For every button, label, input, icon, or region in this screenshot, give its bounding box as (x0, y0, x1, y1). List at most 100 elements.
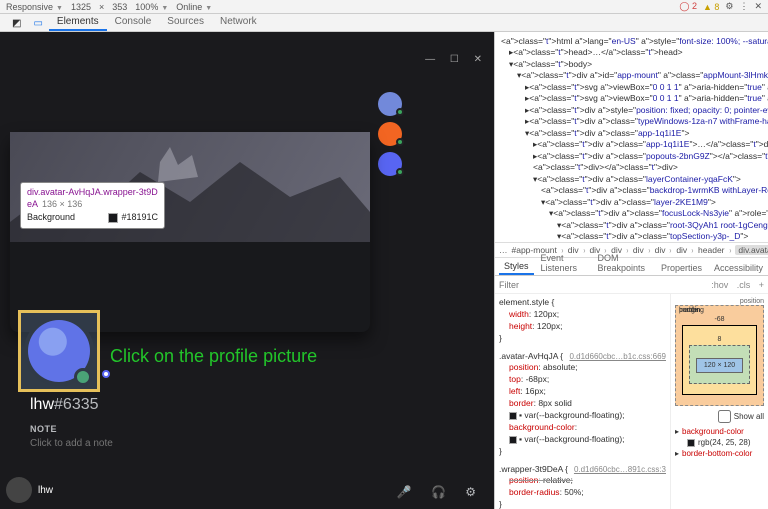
dom-node[interactable]: ▾<a">class="t">div a">class="app-1q1i1E"… (501, 128, 764, 139)
current-user-panel[interactable]: lhw (6, 477, 53, 503)
box-border: border 8 padding 120 × 120 (682, 325, 757, 395)
dom-node[interactable]: ▸<a">class="t">div a">class="typeWindows… (501, 116, 764, 127)
dom-tree[interactable]: <a">class="t">html a">lang="en-US" a">st… (495, 32, 768, 242)
styles-rules[interactable]: element.style {width: 120px;height: 120p… (495, 294, 670, 509)
dom-node[interactable]: <a">class="t">html a">lang="en-US" a">st… (501, 36, 764, 47)
show-all-checkbox[interactable] (718, 410, 731, 423)
dom-node[interactable]: ▸<a">class="t">svg a">viewBox="0 0 1 1" … (501, 82, 764, 93)
subtab-accessibility[interactable]: Accessibility (709, 261, 768, 275)
dom-node[interactable]: ▾<a">class="t">body> (501, 59, 764, 70)
window-controls[interactable]: — ☐ ✕ (425, 54, 488, 65)
member-list (378, 92, 488, 182)
cls-toggle[interactable]: .cls (737, 280, 751, 290)
css-property[interactable]: left: 16px; (499, 386, 666, 398)
pos-label: position (675, 298, 764, 305)
tab-network[interactable]: Network (212, 14, 265, 31)
tooltip-bg-value: #18191C (121, 212, 158, 222)
responsive-toolbar: Responsive▼ 1325 × 353 100%▼ Online▼ ◯ 2… (0, 0, 768, 14)
dom-node[interactable]: ▾<a">class="t">div a">class="layer-2KE1M… (501, 197, 764, 208)
tab-elements[interactable]: Elements (49, 14, 107, 31)
subtab-dom-breakpoints[interactable]: DOM Breakpoints (592, 251, 653, 275)
instruction-overlay: Click on the profile picture (110, 346, 317, 367)
css-rule[interactable]: element.style {width: 120px;height: 120p… (499, 297, 666, 345)
inspect-icon[interactable]: ◩ (6, 16, 27, 31)
badge-icon (102, 370, 110, 378)
css-property[interactable]: height: 120px; (499, 321, 666, 333)
dom-node[interactable]: <a">class="t">div a">class="backdrop-1wr… (501, 185, 764, 196)
css-property[interactable]: position: relative; (499, 475, 666, 487)
tooltip-dimensions: 136 × 136 (42, 199, 82, 211)
gear-icon[interactable]: ⚙ (725, 1, 733, 12)
css-property[interactable]: ▪ var(--background-floating); (499, 410, 666, 422)
note-input[interactable] (30, 438, 350, 449)
devtools-panel: <a">class="t">html a">lang="en-US" a">st… (494, 32, 768, 509)
css-property[interactable]: border: 8px solid (499, 398, 666, 410)
subtab-styles[interactable]: Styles (499, 259, 534, 275)
devtools-tabbar: ◩ ▭ Elements Console Sources Network (0, 14, 768, 32)
color-swatch (108, 213, 118, 223)
css-rule[interactable]: 0.d1d660cbc…b1c.css:669.avatar-AvHqJA {p… (499, 351, 666, 458)
css-rule[interactable]: 0.d1d660cbc…891c.css:3.wrapper-3t9DeA {p… (499, 464, 666, 509)
box-content: 120 × 120 (696, 358, 743, 373)
viewport-width[interactable]: 1325 (71, 2, 91, 12)
css-property[interactable]: position: absolute; (499, 362, 666, 374)
zoom-select[interactable]: 100%▼ (135, 2, 168, 12)
dom-node[interactable]: <a">class="t">div></a">class="t">div> (501, 162, 764, 173)
member-item[interactable] (378, 152, 488, 176)
dom-node[interactable]: ▾<a">class="t">div a">class="root-3QyAh1… (501, 220, 764, 231)
dom-node[interactable]: ▸<a">class="t">div a">style="position: f… (501, 105, 764, 116)
crumb-item[interactable]: div.avatar-AvHqJA.wrapper-3t9DeA (735, 245, 768, 255)
warning-count[interactable]: ▲ 8 (703, 2, 719, 12)
current-user-name: lhw (38, 485, 53, 496)
box-model-panel: position margin -68 border 8 padding 120… (670, 294, 768, 509)
new-rule-icon[interactable]: + (759, 280, 764, 290)
dom-node[interactable]: ▸<a">class="t">div a">class="app-1q1i1E"… (501, 139, 764, 150)
hov-toggle[interactable]: :hov (711, 280, 728, 290)
box-margin: margin -68 border 8 padding 120 × 120 (675, 305, 764, 406)
inspect-tooltip: div.avatar-AvHqJA.wrapper-3t9DeA136 × 13… (20, 182, 165, 229)
status-indicator (74, 368, 92, 386)
subtab-properties[interactable]: Properties (656, 261, 707, 275)
css-property[interactable]: ▪ var(--background-floating); (499, 434, 666, 446)
user-controls[interactable]: 🎤 🎧 ⚙ (397, 485, 484, 499)
styles-filter-input[interactable] (499, 280, 559, 290)
crumb-item[interactable]: div (676, 245, 687, 255)
viewport-height[interactable]: 353 (112, 2, 127, 12)
dom-node[interactable]: ▸<a">class="t">svg a">viewBox="0 0 1 1" … (501, 93, 764, 104)
rule-source[interactable]: 0.d1d660cbc…891c.css:3 (574, 464, 666, 475)
more-icon[interactable]: ⋮ (739, 1, 748, 12)
member-item[interactable] (378, 122, 488, 146)
styles-filter-row: :hov .cls + (495, 276, 768, 294)
box-padding: padding 120 × 120 (689, 345, 750, 384)
dom-node[interactable]: ▾<a">class="t">div a">class="focusLock-N… (501, 208, 764, 219)
tab-sources[interactable]: Sources (159, 14, 212, 31)
app-viewport: — ☐ ✕ div.avatar-AvHqJA.wrapper-3t9DeA13… (0, 32, 494, 509)
device-select[interactable]: Responsive▼ (6, 2, 63, 12)
dom-node[interactable]: ▸<a">class="t">head>…</a">class="t">head… (501, 47, 764, 58)
crumb-item[interactable]: div (655, 245, 666, 255)
css-property[interactable]: background-color: (499, 422, 666, 434)
device-icon[interactable]: ▭ (27, 16, 48, 31)
dom-node[interactable]: ▾<a">class="t">div a">class="layerContai… (501, 174, 764, 185)
computed-color[interactable]: ▸ background-color (675, 427, 764, 436)
computed-color[interactable]: ▸ border-bottom-color (675, 449, 764, 458)
dom-node[interactable]: ▾<a">class="t">div a">id="app-mount" a">… (501, 70, 764, 81)
dom-node[interactable]: ▸<a">class="t">div a">class="popouts-2bn… (501, 151, 764, 162)
profile-username: lhw#6335 (30, 396, 99, 414)
tooltip-bg-label: Background (27, 212, 75, 224)
throttle-select[interactable]: Online▼ (176, 2, 212, 12)
tab-console[interactable]: Console (107, 14, 160, 31)
profile-discriminator: #6335 (54, 396, 99, 413)
user-profile-modal: div.avatar-AvHqJA.wrapper-3t9DeA136 × 13… (10, 132, 370, 332)
note-label: NOTE (30, 424, 350, 434)
styles-subtabs: Styles Event Listeners DOM Breakpoints P… (495, 258, 768, 276)
crumb-item[interactable]: header (698, 245, 724, 255)
dom-node[interactable]: ▾<a">class="t">div a">class="topSection-… (501, 231, 764, 242)
error-count[interactable]: ◯ 2 (679, 1, 697, 12)
close-icon[interactable]: ✕ (754, 1, 762, 12)
css-property[interactable]: top: -68px; (499, 374, 666, 386)
css-property[interactable]: width: 120px; (499, 309, 666, 321)
rule-source[interactable]: 0.d1d660cbc…b1c.css:669 (569, 351, 666, 362)
member-item[interactable] (378, 92, 488, 116)
css-property[interactable]: border-radius: 50%; (499, 487, 666, 499)
